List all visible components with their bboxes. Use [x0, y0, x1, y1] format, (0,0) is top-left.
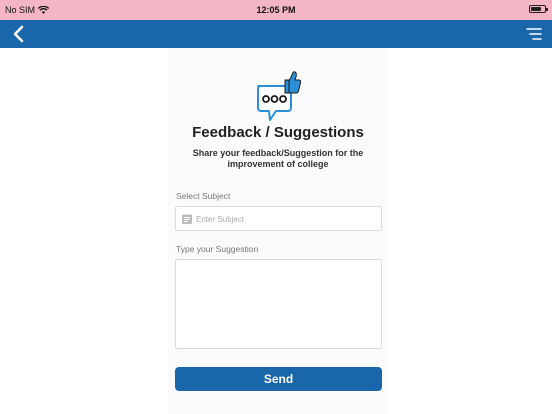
notepad-icon [182, 214, 192, 224]
subject-input[interactable] [196, 210, 378, 228]
menu-button[interactable] [526, 26, 542, 42]
chevron-left-icon [13, 25, 24, 43]
suggestion-label: Type your Suggestion [176, 244, 259, 254]
nav-bar [0, 20, 552, 48]
back-button[interactable] [8, 24, 30, 44]
status-time: 12:05 PM [256, 5, 296, 15]
status-bar: No SIM 12:05 PM [0, 0, 552, 20]
subject-field[interactable] [175, 206, 382, 231]
menu-lines-icon [526, 28, 542, 40]
battery-icon [529, 5, 548, 13]
page-title: Feedback / Suggestions [192, 124, 364, 141]
subtitle-line-1: Share your feedback/Suggestion for the [192, 148, 364, 158]
send-button[interactable]: Send [175, 367, 382, 391]
page-subtitle: Share your feedback/Suggestion for the i… [168, 148, 388, 170]
subtitle-line-2: improvement of college [227, 159, 329, 169]
subject-label: Select Subject [176, 191, 231, 201]
feedback-thumbs-up-icon [257, 71, 302, 121]
suggestion-textarea[interactable] [175, 259, 382, 349]
